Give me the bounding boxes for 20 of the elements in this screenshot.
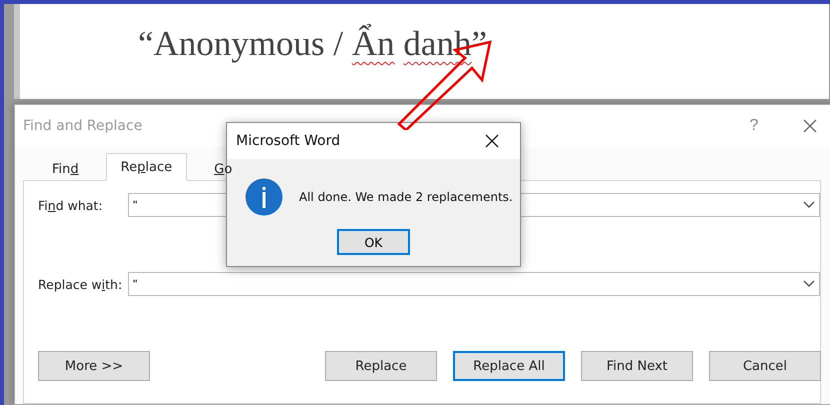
dialog-button[interactable]: Replace: [325, 351, 437, 381]
document-heading: “Anonymous / Ẩn danh”: [138, 24, 488, 64]
dialog-button[interactable]: Find Next: [581, 351, 693, 381]
close-icon: [803, 119, 817, 133]
dialog-tab[interactable]: Replace: [106, 153, 188, 181]
message-box-title: Microsoft Word: [236, 133, 342, 149]
message-text: All done. We made 2 replacements.: [299, 190, 513, 204]
dialog-button[interactable]: Cancel: [709, 351, 821, 381]
dialog-title: Find and Replace: [23, 118, 144, 134]
field-label: Replace with:: [38, 276, 124, 292]
dialog-tab[interactable]: Go: [187, 157, 260, 181]
field-label: Find what:: [38, 198, 104, 212]
text-combo-field[interactable]: ": [128, 272, 820, 296]
info-icon: [245, 178, 283, 216]
dialog-tab[interactable]: Find: [25, 157, 106, 181]
dialog-button[interactable]: More >>: [38, 351, 150, 381]
help-button[interactable]: ?: [726, 110, 782, 142]
ok-button[interactable]: OK: [337, 229, 410, 255]
dialog-button[interactable]: Replace All: [453, 351, 565, 381]
close-icon: [485, 134, 499, 148]
